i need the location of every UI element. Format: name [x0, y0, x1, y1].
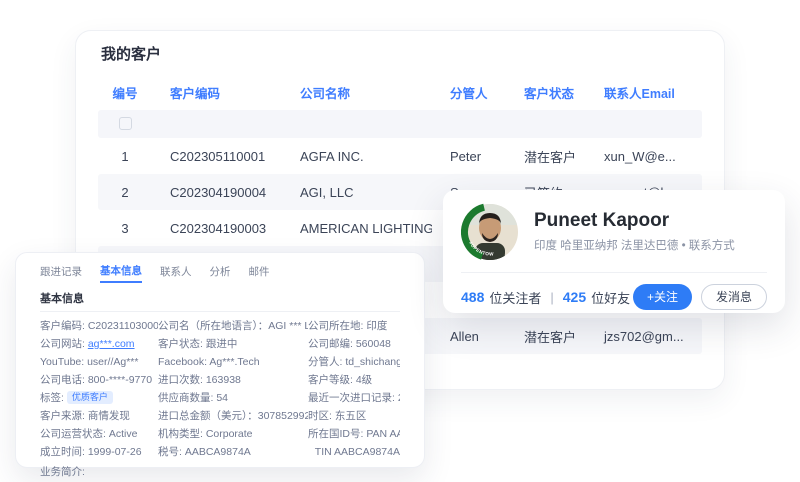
col-header-customer-code: 客户编码 [170, 86, 221, 101]
profile-card: #OPENTOWORK Puneet Kapoor 印度 哈里亚纳邦 法里达巴德… [443, 190, 785, 313]
tab-follow-up-records[interactable]: 跟进记录 [40, 264, 82, 282]
cell-owner: Peter [450, 148, 482, 164]
page-title: 我的客户 [101, 46, 162, 63]
field-last-import-record: 最近一次进口记录: 2023-10-20 [308, 392, 400, 404]
field-tags-label: 标签: [40, 392, 67, 404]
cell-number: 3 [121, 220, 129, 236]
field-company-phone: 公司电话: 800-****-9770 [40, 374, 153, 386]
cell-company-name: AGFA INC. [300, 148, 364, 164]
followers-label: 位关注者 [489, 290, 542, 306]
tab-contacts[interactable]: 联系人 [160, 264, 192, 282]
tab-email[interactable]: 邮件 [249, 264, 270, 282]
profile-info: Puneet Kapoor 印度 哈里亚纳邦 法里达巴德 • 联系方式 [534, 209, 735, 254]
field-supplier-count: 供应商数量: 54 [158, 392, 229, 404]
field-customer-status: 客户状态: 跟进中 [158, 338, 238, 350]
cell-company-name: AGI, LLC [300, 184, 354, 200]
profile-subtitle: 印度 哈里亚纳邦 法里达巴德 • 联系方式 [534, 240, 735, 253]
cell-email: xun_W@e... [604, 148, 676, 164]
cell-number: 2 [121, 184, 129, 200]
field-tax-number: 税号: AABCA9874A [158, 446, 251, 458]
field-org-type: 机构类型: Corporate [158, 428, 253, 440]
field-operating-status: 公司运营状态: Active [40, 428, 138, 440]
field-customer-level: 客户等级: 4级 [308, 374, 373, 386]
cell-status: 潜在客户 [524, 329, 577, 345]
field-company-location: 公司所在地: 印度 [308, 320, 388, 332]
field-tin: TIN AABCA9874A [314, 446, 400, 458]
field-company-website: 公司网站: ag***.com [40, 335, 158, 353]
col-header-company-name: 公司名称 [300, 86, 351, 101]
section-title-basic-info: 基本信息 [40, 293, 84, 305]
tab-basic-info[interactable]: 基本信息 [100, 263, 142, 283]
field-national-id: 所在国ID号: PAN AABCA9874A [308, 428, 400, 440]
friends-count: 425 [562, 289, 587, 306]
field-company-local-name: 公司名（所在地语言）：AGI *** LTD [158, 320, 308, 332]
cell-email: jzs702@gm... [604, 328, 684, 344]
col-header-email: 联系人Email [604, 86, 675, 101]
field-timezone: 时区: 东五区 [308, 410, 367, 422]
follow-button[interactable]: +关注 [632, 284, 692, 311]
col-header-owner: 分管人 [450, 86, 488, 101]
cell-status: 潜在客户 [524, 149, 577, 165]
field-import-count: 进口次数: 163938 [158, 374, 241, 386]
field-website-label: 公司网站: [40, 338, 88, 350]
field-tags: 标签: 优质客户 [40, 389, 158, 407]
quality-customer-tag: 优质客户 [66, 391, 113, 404]
tab-analysis[interactable]: 分析 [210, 264, 231, 282]
select-all-row [98, 110, 702, 138]
business-intro-label: 业务简介: [40, 466, 85, 478]
send-message-button[interactable]: 发消息 [700, 284, 767, 311]
col-header-status: 客户状态 [524, 86, 575, 101]
cell-customer-code: C202304190004 [170, 184, 267, 200]
field-founded-date: 成立时间: 1999-07-26 [40, 446, 142, 458]
friends-label: 位好友 [591, 290, 631, 306]
field-youtube: YouTube: user//Ag*** [40, 356, 139, 368]
field-customer-source: 客户来源: 商情发现 [40, 410, 130, 422]
detail-tabs: 跟进记录 基本信息 联系人 分析 邮件 [40, 263, 400, 283]
cell-company-name: AMERICAN LIGHTING [300, 220, 432, 236]
stats-separator: | [550, 289, 554, 305]
select-all-checkbox[interactable] [118, 117, 132, 131]
profile-footer: 488 位关注者 | 425 位好友 +关注 发消息 [461, 284, 767, 311]
profile-header: #OPENTOWORK Puneet Kapoor 印度 哈里亚纳邦 法里达巴德… [461, 203, 767, 261]
cell-number: 1 [121, 148, 129, 164]
avatar: #OPENTOWORK [461, 203, 519, 261]
cell-customer-code: C202304190003 [170, 220, 267, 236]
table-header-row: 编号 客户编码 公司名称 分管人 客户状态 联系人Email [98, 80, 702, 104]
profile-actions: +关注 发消息 [632, 284, 767, 311]
table-row[interactable]: 1 C202305110001 AGFA INC. Peter 潜在客户 xun… [98, 138, 702, 174]
field-total-import-amount: 进口总金额（美元）：307852992.67 [158, 410, 308, 422]
profile-divider [461, 272, 767, 273]
customer-detail-panel: 跟进记录 基本信息 联系人 分析 邮件 基本信息 客户编码: C20231103… [15, 252, 425, 478]
cell-customer-code: C202305110001 [170, 148, 266, 164]
field-postal-code: 公司邮编: 560048 [308, 338, 391, 350]
profile-name: Puneet Kapoor [534, 209, 670, 231]
page: 我的客户 编号 客户编码 公司名称 分管人 客户状态 联系人Email 1 C2… [0, 0, 800, 482]
profile-stats: 488 位关注者 | 425 位好友 [461, 288, 630, 307]
col-header-number: 编号 [112, 86, 138, 101]
company-website-link[interactable]: ag***.com [88, 338, 135, 350]
cell-owner: Allen [450, 328, 479, 344]
field-customer-code: 客户编码: C202311030002 [40, 320, 158, 332]
field-facebook: Facebook: Ag***.Tech [158, 356, 260, 368]
field-owner: 分管人: td_shichang001 [308, 356, 400, 368]
basic-info-fields: 客户编码: C202311030002 公司名（所在地语言）：AGI *** L… [40, 317, 400, 461]
section-divider [40, 311, 400, 312]
followers-count: 488 [461, 289, 485, 306]
